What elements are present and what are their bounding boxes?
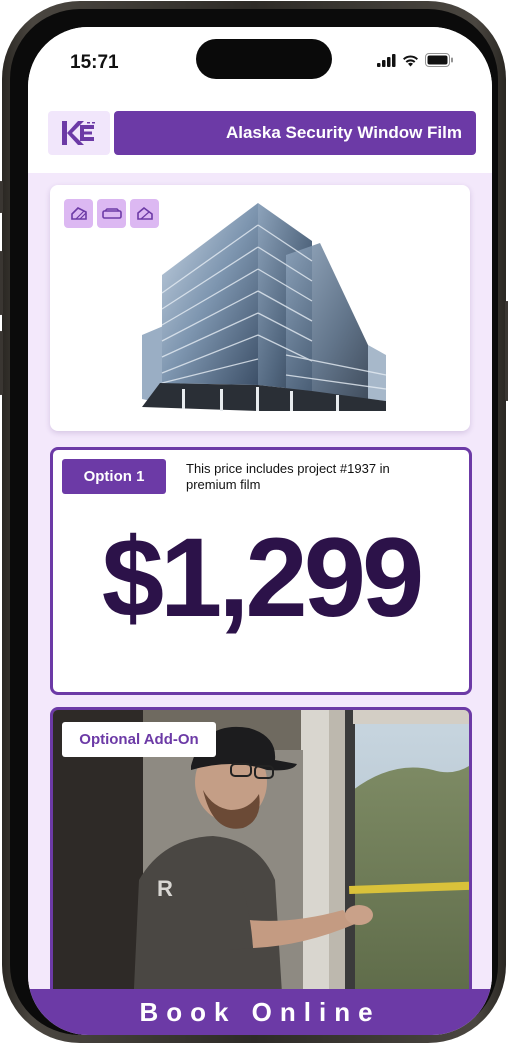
price-note: This price includes project #1937 in pre… — [186, 461, 390, 492]
signal-icon — [377, 53, 396, 67]
phone-bezel: 15:71 Alaska Security Window Film Option… — [10, 9, 498, 1035]
phone-frame: 15:71 Alaska Security Window Film Option… — [0, 1, 508, 1043]
book-online-label: Book Online — [139, 997, 381, 1027]
screen: 15:71 Alaska Security Window Film Option… — [28, 27, 492, 1035]
ke-logo-icon — [62, 121, 95, 145]
brand-logo[interactable] — [48, 111, 110, 155]
addon-label[interactable]: Optional Add-On — [62, 722, 216, 757]
app-header: Alaska Security Window Film — [48, 111, 476, 155]
page-title: Alaska Security Window Film — [225, 123, 462, 142]
mute-switch — [0, 181, 3, 213]
price-value: $1,299 — [101, 515, 425, 640]
building-image — [142, 203, 387, 411]
main-content[interactable]: Option 1 This price includes project #19… — [28, 173, 492, 1013]
volume-up-button — [0, 251, 3, 315]
status-bar: 15:71 — [28, 27, 492, 97]
status-time: 15:71 — [70, 52, 119, 73]
price-card[interactable]: Option 1 This price includes project #19… — [50, 447, 472, 695]
status-icons — [377, 53, 454, 67]
book-online-button[interactable]: Book Online — [28, 989, 492, 1035]
title-bar: Alaska Security Window Film — [114, 111, 476, 155]
option-label[interactable]: Option 1 — [62, 459, 166, 494]
svg-text:R: R — [157, 876, 173, 901]
volume-down-button — [0, 331, 3, 395]
addon-card[interactable]: R Optional Add-On — [50, 707, 472, 1013]
wifi-icon — [403, 54, 418, 66]
building-card — [50, 185, 470, 431]
dynamic-island — [196, 39, 332, 79]
battery-icon — [425, 53, 453, 67]
